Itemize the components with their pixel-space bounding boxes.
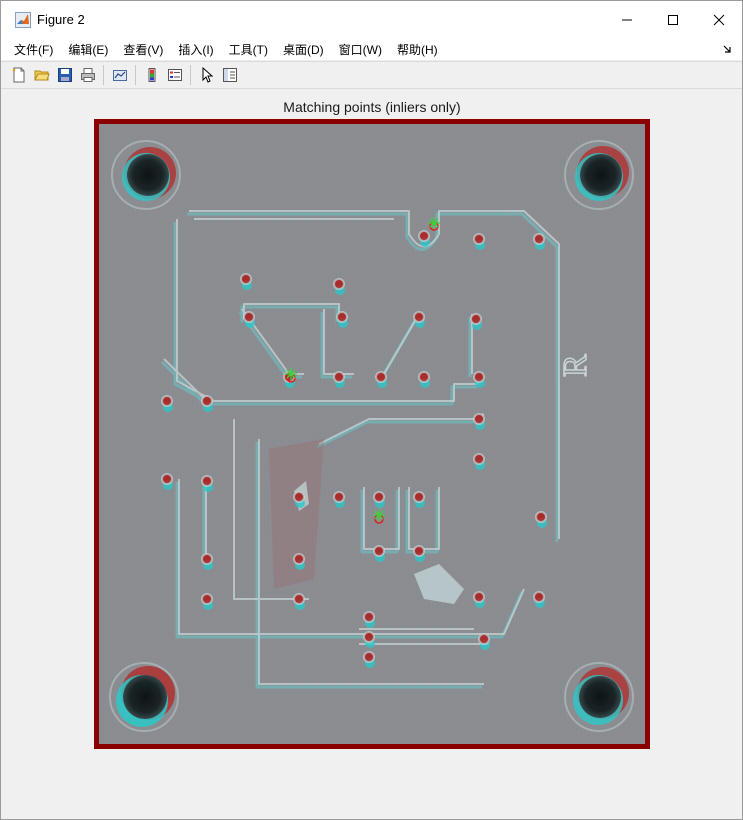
- toolbar-separator: [135, 65, 136, 85]
- menu-help[interactable]: 帮助(H): [390, 41, 446, 58]
- image-axes[interactable]: R: [94, 119, 650, 749]
- save-icon: [58, 68, 72, 82]
- link-plot-button[interactable]: [109, 64, 131, 86]
- title-bar[interactable]: Figure 2: [1, 1, 742, 38]
- maximize-icon: [668, 14, 678, 25]
- toolbar-separator: [103, 65, 104, 85]
- legend-icon: [168, 69, 182, 81]
- figure-toolbar: [1, 61, 742, 89]
- link-plot-icon: [113, 70, 127, 81]
- minimize-button[interactable]: [604, 1, 650, 38]
- pcb-overlay-image: R: [94, 119, 650, 749]
- menu-edit[interactable]: 编辑(E): [61, 41, 116, 58]
- print-button[interactable]: [77, 64, 99, 86]
- minimize-icon: [622, 19, 632, 20]
- new-file-icon: [12, 67, 25, 83]
- new-figure-button[interactable]: [8, 64, 30, 86]
- open-file-button[interactable]: [31, 64, 53, 86]
- colorbar-icon: [148, 68, 156, 82]
- close-icon: [713, 14, 725, 25]
- menu-tools[interactable]: 工具(T): [222, 41, 276, 58]
- menu-desktop[interactable]: 桌面(D): [276, 41, 332, 58]
- mounting-hole-bottom-left: [109, 662, 179, 732]
- insert-colorbar-button[interactable]: [141, 64, 163, 86]
- silkscreen-letter: R: [557, 354, 594, 377]
- matlab-logo-icon: [15, 11, 31, 28]
- printer-icon: [81, 68, 95, 82]
- folder-open-icon: [34, 70, 50, 81]
- pointer-arrow-icon: [202, 67, 214, 83]
- menu-file[interactable]: 文件(F): [7, 41, 61, 58]
- save-button[interactable]: [54, 64, 76, 86]
- figure-window: Figure 2 文件(F) 编辑(E) 查看(V) 插入(I) 工具(T) 桌…: [0, 0, 743, 820]
- insert-legend-button[interactable]: [164, 64, 186, 86]
- mounting-hole-top-right: [564, 140, 634, 210]
- dock-arrow-icon[interactable]: [722, 43, 732, 53]
- property-panel-icon: [223, 68, 237, 82]
- menu-bar: 文件(F) 编辑(E) 查看(V) 插入(I) 工具(T) 桌面(D) 窗口(W…: [1, 38, 742, 60]
- edit-plot-button[interactable]: [196, 64, 218, 86]
- window-title: Figure 2: [37, 12, 85, 27]
- mounting-hole-bottom-right: [564, 662, 634, 732]
- toolbar-separator: [190, 65, 191, 85]
- menu-insert[interactable]: 插入(I): [171, 41, 221, 58]
- maximize-button[interactable]: [650, 1, 696, 38]
- property-inspector-button[interactable]: [219, 64, 241, 86]
- close-button[interactable]: [696, 1, 742, 38]
- mounting-hole-top-left: [111, 140, 181, 210]
- figure-canvas: Matching points (inliers only) R: [1, 89, 742, 819]
- menu-view[interactable]: 查看(V): [116, 41, 171, 58]
- menu-window[interactable]: 窗口(W): [332, 41, 390, 58]
- axes-title: Matching points (inliers only): [283, 99, 461, 115]
